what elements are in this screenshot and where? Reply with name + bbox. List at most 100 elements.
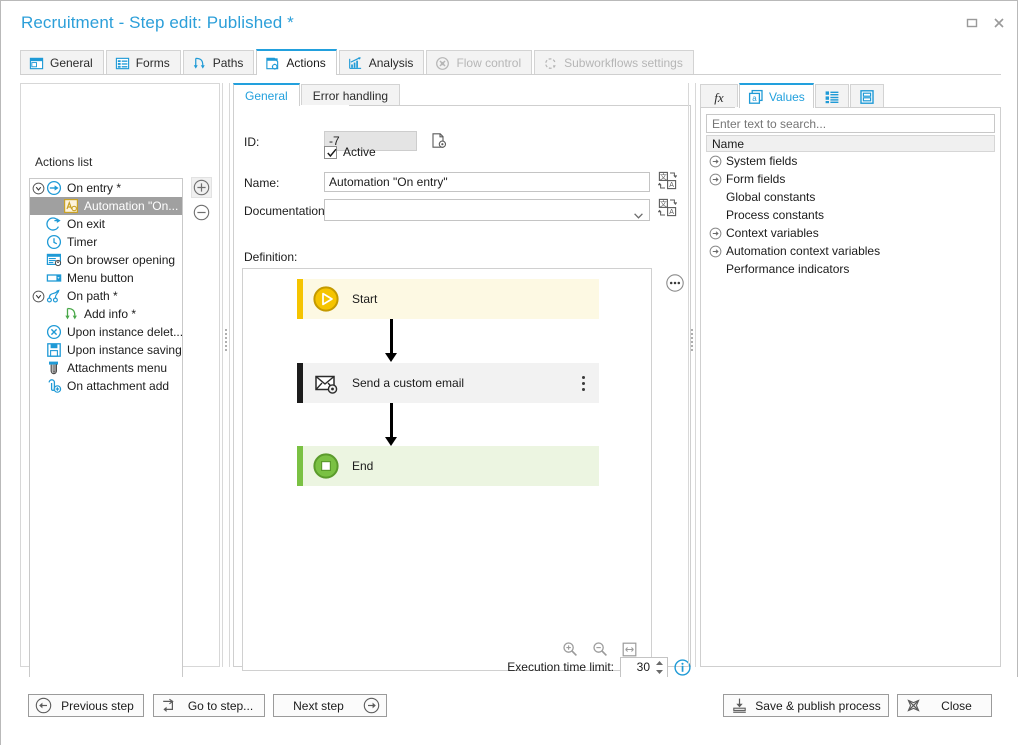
remove-action-button[interactable] — [191, 202, 212, 223]
tab-list[interactable] — [814, 84, 849, 108]
tab-subworkflows-settings[interactable]: Subworkflows settings — [534, 50, 694, 75]
tab-flow-control[interactable]: Flow control — [426, 50, 533, 75]
tree-item-global-constants[interactable]: Global constants — [706, 188, 995, 206]
list-item-label: Add info * — [84, 307, 137, 321]
documentation-field[interactable] — [324, 199, 650, 221]
search-input[interactable] — [706, 114, 995, 133]
expand-chevron-icon[interactable] — [709, 245, 726, 258]
tab-flow-control-label: Flow control — [456, 56, 522, 70]
list-item-label: On entry * — [67, 181, 122, 195]
restore-window-button[interactable] — [964, 15, 980, 31]
definition-label: Definition: — [244, 250, 298, 264]
checkbox-box[interactable] — [324, 145, 337, 159]
tab-document[interactable] — [849, 84, 884, 108]
on-path-icon — [46, 288, 62, 304]
expand-chevron-icon[interactable] — [709, 227, 726, 240]
previous-step-button[interactable]: Previous step — [28, 694, 144, 717]
actions-list[interactable]: On entry * Automation "On... On exit Tim… — [29, 178, 183, 741]
more-options-icon[interactable] — [665, 273, 685, 293]
tab-general[interactable]: General — [20, 50, 104, 75]
attachment-add-icon — [46, 378, 62, 394]
list-item-upon-instance-deleting[interactable]: Upon instance delet... — [30, 323, 182, 341]
node-body: End — [303, 446, 599, 486]
stepper-down-icon[interactable] — [654, 668, 665, 676]
translate-name-icon[interactable]: 文A — [657, 171, 678, 190]
copy-id-icon[interactable] — [430, 132, 448, 150]
close-window-button[interactable] — [991, 15, 1007, 31]
stepper-up-icon[interactable] — [654, 659, 665, 667]
tab-analysis[interactable]: Analysis — [338, 50, 425, 75]
attachments-menu-icon — [46, 360, 62, 376]
list-item-upon-instance-saving[interactable]: Upon instance saving — [30, 341, 182, 359]
connector-arrow-2 — [385, 437, 397, 446]
go-to-step-button[interactable]: Go to step... — [153, 694, 265, 717]
diagram-node-start[interactable]: Start — [297, 279, 599, 319]
automation-icon — [63, 198, 79, 214]
tree-item-performance-indicators[interactable]: Performance indicators — [706, 260, 995, 278]
expand-chevron-icon[interactable] — [709, 155, 726, 168]
list-item-on-browser-opening[interactable]: On browser opening — [30, 251, 182, 269]
list-item-attachments-menu[interactable]: Attachments menu — [30, 359, 182, 377]
values-column-header: Name — [706, 135, 995, 152]
list-item-automation-on-entry[interactable]: Automation "On... — [30, 197, 182, 215]
tab-values-label: Values — [769, 89, 805, 104]
diagram-node-send-email[interactable]: Send a custom email — [297, 363, 599, 403]
tab-general-detail[interactable]: General — [233, 83, 300, 106]
main-tab-strip[interactable]: General Forms Paths Actions Analysis Flo… — [20, 49, 696, 75]
tree-item-form-fields[interactable]: Form fields — [706, 170, 995, 188]
tab-paths[interactable]: Paths — [182, 50, 255, 75]
footer-bar: Previous step Go to step... Next step Sa… — [1, 677, 1018, 746]
detail-tab-strip[interactable]: General Error handling — [233, 83, 401, 106]
instance-save-icon — [46, 342, 62, 358]
execution-time-limit-stepper[interactable]: 30 — [620, 656, 668, 678]
node-menu-icon[interactable] — [582, 375, 585, 391]
connector-start-to-email — [389, 319, 393, 356]
step-edit-window: Recruitment - Step edit: Published * Gen… — [0, 0, 1018, 746]
tree-item-process-constants[interactable]: Process constants — [706, 206, 995, 224]
next-step-button[interactable]: Next step — [273, 694, 387, 717]
left-splitter-line-a — [222, 83, 223, 667]
list-item-menu-button[interactable]: Menu button — [30, 269, 182, 287]
email-settings-icon — [312, 369, 340, 397]
name-field[interactable]: Automation "On entry" — [324, 172, 650, 192]
collapse-chevron-icon[interactable] — [32, 182, 45, 195]
tab-forms[interactable]: Forms — [105, 50, 181, 75]
tab-actions-label: Actions — [286, 56, 326, 70]
right-splitter-handle[interactable] — [687, 305, 696, 375]
save-publish-button[interactable]: Save & publish process — [723, 694, 889, 717]
tab-error-handling[interactable]: Error handling — [300, 84, 401, 106]
translate-documentation-icon[interactable]: 文A — [657, 198, 678, 217]
list-item-on-path[interactable]: On path * — [30, 287, 182, 305]
menu-button-icon — [46, 270, 62, 286]
chevron-down-icon[interactable] — [634, 208, 643, 222]
list-item-on-entry[interactable]: On entry * — [30, 179, 182, 197]
list-item-add-info[interactable]: Add info * — [30, 305, 182, 323]
tree-item-label: Automation context variables — [726, 244, 881, 258]
close-button[interactable]: Close — [897, 694, 992, 717]
tree-item-label: Performance indicators — [726, 262, 850, 276]
tab-functions[interactable]: fx — [700, 84, 738, 108]
values-tab-strip[interactable]: fx a Values — [700, 83, 885, 108]
tree-item-automation-context-variables[interactable]: Automation context variables — [706, 242, 995, 260]
node-label: Send a custom email — [352, 376, 465, 390]
list-item-timer[interactable]: Timer — [30, 233, 182, 251]
active-checkbox[interactable]: Active — [324, 145, 376, 159]
tree-item-context-variables[interactable]: Context variables — [706, 224, 995, 242]
list-item-label: On path * — [67, 289, 118, 303]
svg-text:A: A — [669, 209, 674, 216]
browser-icon — [46, 252, 62, 268]
tab-actions[interactable]: Actions — [256, 49, 337, 75]
tree-item-system-fields[interactable]: System fields — [706, 152, 995, 170]
tab-values[interactable]: a Values — [739, 83, 814, 108]
add-action-button[interactable] — [191, 177, 212, 198]
left-splitter-handle[interactable] — [221, 305, 230, 375]
values-tree[interactable]: System fields Form fields Global constan… — [706, 152, 995, 278]
list-item-on-attachment-add[interactable]: On attachment add — [30, 377, 182, 395]
list-item-on-exit[interactable]: On exit — [30, 215, 182, 233]
collapse-chevron-icon[interactable] — [32, 290, 45, 303]
workflow-canvas[interactable]: Start Send a custom email End — [242, 268, 684, 671]
svg-text:文: 文 — [660, 199, 667, 208]
diagram-node-end[interactable]: End — [297, 446, 599, 486]
list-item-label: Menu button — [67, 271, 134, 285]
expand-chevron-icon[interactable] — [709, 173, 726, 186]
